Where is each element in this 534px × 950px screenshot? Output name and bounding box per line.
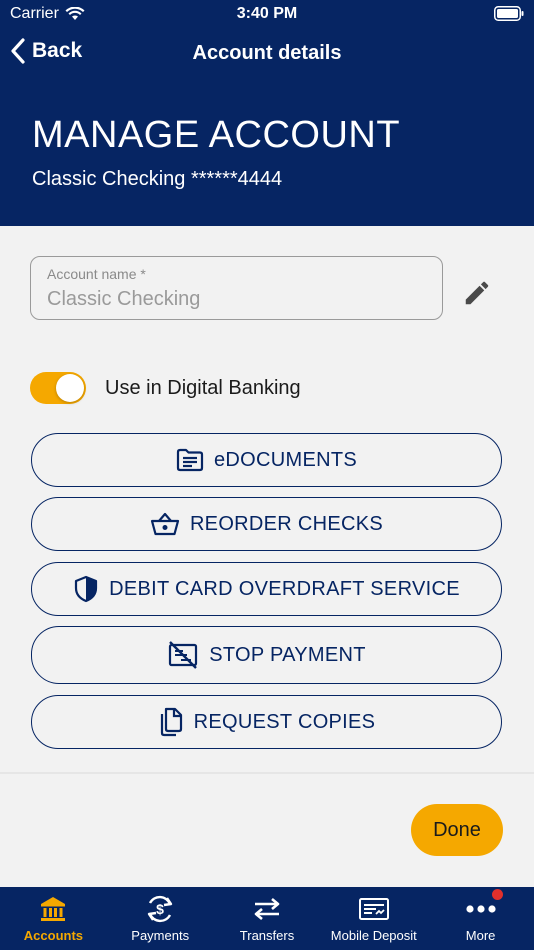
tab-bar: Accounts $ Payments Transfers Mobile Dep… (0, 887, 534, 950)
payments-icon: $ (147, 895, 173, 923)
shield-icon (75, 575, 98, 603)
battery-icon (494, 6, 524, 26)
tab-mobile-deposit-label: Mobile Deposit (330, 928, 417, 943)
tab-accounts-label: Accounts (23, 928, 84, 943)
status-bar: Carrier 3:40 PM (0, 0, 534, 30)
account-subtitle: Classic Checking ******4444 (32, 168, 283, 190)
done-button[interactable]: Done (411, 804, 503, 856)
stop-payment-button[interactable]: STOP PAYMENT (31, 626, 502, 684)
basket-icon (150, 512, 180, 536)
reorder-checks-label: REORDER CHECKS (189, 512, 384, 535)
edocuments-label: eDOCUMENTS (213, 448, 357, 471)
reorder-checks-button[interactable]: REORDER CHECKS (31, 497, 502, 551)
check-deposit-icon (358, 898, 389, 920)
content: Account name * Use in Digital Banking eD… (0, 226, 534, 772)
stop-payment-label: STOP PAYMENT (209, 643, 366, 666)
tab-accounts[interactable]: Accounts (0, 887, 107, 950)
digital-banking-label: Use in Digital Banking (105, 376, 301, 399)
svg-text:$: $ (156, 901, 164, 917)
account-name-input[interactable] (47, 288, 427, 311)
tab-transfers[interactable]: Transfers (214, 887, 321, 950)
request-copies-button[interactable]: REQUEST COPIES (31, 695, 502, 749)
pencil-icon (465, 281, 489, 305)
account-name-label: Account name * (47, 266, 146, 282)
edocuments-button[interactable]: eDOCUMENTS (31, 433, 502, 487)
status-time: 3:40 PM (236, 5, 298, 22)
tab-mobile-deposit[interactable]: Mobile Deposit (320, 887, 427, 950)
tab-transfers-label: Transfers (239, 928, 295, 943)
digital-banking-row: Use in Digital Banking (30, 372, 301, 404)
notification-dot (491, 889, 503, 900)
tab-more-label: More (465, 928, 496, 943)
toggle-knob (56, 374, 84, 402)
overdraft-service-label: DEBIT CARD OVERDRAFT SERVICE (109, 577, 460, 600)
bank-icon (41, 897, 66, 921)
copy-icon (160, 707, 182, 737)
tab-more[interactable]: More (427, 887, 534, 950)
account-name-field[interactable]: Account name * (30, 256, 443, 320)
folder-document-icon (176, 448, 204, 472)
transfer-arrows-icon (254, 898, 280, 920)
nav-title: Account details (192, 42, 342, 64)
header: Carrier 3:40 PM Back Account details MAN… (0, 0, 534, 226)
more-dots-icon (465, 905, 496, 913)
tab-payments-label: Payments (131, 928, 190, 943)
digital-banking-toggle[interactable] (30, 372, 86, 404)
stop-check-icon (169, 641, 198, 669)
page-title: MANAGE ACCOUNT (32, 114, 401, 156)
footer-area: Done (0, 774, 534, 887)
request-copies-label: REQUEST COPIES (193, 710, 376, 733)
overdraft-service-button[interactable]: DEBIT CARD OVERDRAFT SERVICE (31, 562, 502, 616)
nav-bar: Back Account details (0, 34, 534, 74)
edit-account-name-button[interactable] (462, 278, 492, 308)
tab-payments[interactable]: $ Payments (107, 887, 214, 950)
